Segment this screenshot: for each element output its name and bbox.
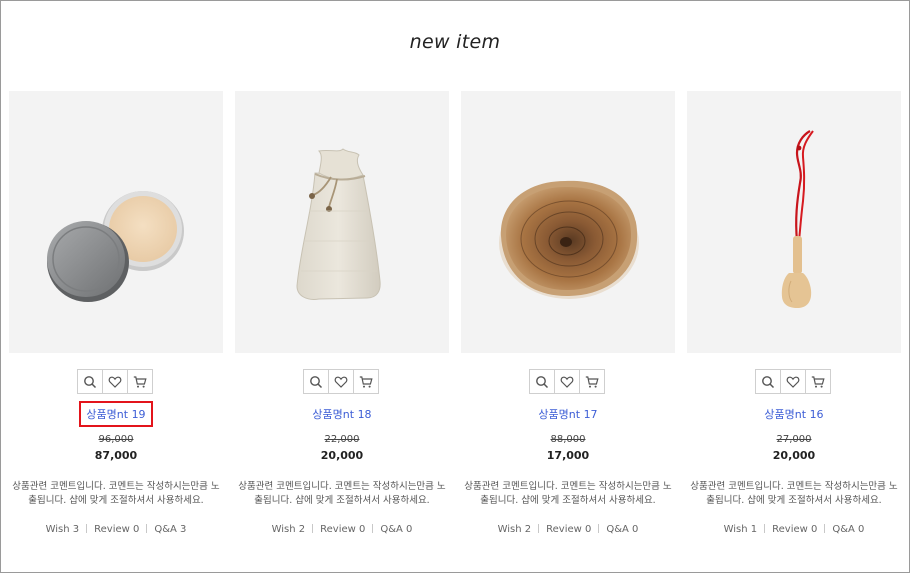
wish-button[interactable] (554, 369, 580, 394)
product-image[interactable] (235, 91, 449, 353)
description-line: 출됩니다. 샵에 맞게 조절하셔서 사용하세요. (28, 495, 204, 506)
review-count[interactable]: Review 0 (546, 524, 591, 535)
description-line: 상품관련 코멘트입니다. 코멘트는 작성하시는만큼 노 (690, 481, 898, 492)
heart-icon (560, 376, 574, 388)
product-description: 상품관련 코멘트입니다. 코멘트는 작성하시는만큼 노 출됩니다. 샵에 맞게 … (457, 480, 679, 508)
section-title: new item (409, 31, 501, 53)
description-line: 상품관련 코멘트입니다. 코멘트는 작성하시는만큼 노 (238, 481, 446, 492)
divider (598, 524, 600, 533)
product-description: 상품관련 코멘트입니다. 코멘트는 작성하시는만큼 노 출됩니다. 샵에 맞게 … (231, 480, 453, 508)
original-price: 27,000 (776, 434, 812, 445)
divider (824, 524, 826, 533)
wood-slice-image (499, 180, 639, 299)
product-description: 상품관련 코멘트입니다. 코멘트는 작성하시는만큼 노 출됩니다. 샵에 맞게 … (683, 480, 905, 508)
sale-price: 20,000 (772, 449, 816, 462)
cart-icon (585, 375, 599, 388)
cart-button[interactable] (805, 369, 831, 394)
product-image[interactable] (9, 91, 223, 353)
product-card: 상품명nt 18 22,000 20,000 상품관련 코멘트입니다. 코멘트는… (235, 91, 449, 551)
divider (764, 524, 766, 533)
product-name-link[interactable]: 상품명nt 19 (79, 401, 153, 427)
zoom-icon (762, 375, 775, 388)
wish-count[interactable]: Wish 1 (724, 524, 758, 535)
linen-pouch-image (296, 148, 381, 300)
divider (312, 524, 314, 533)
heart-icon (334, 376, 348, 388)
cart-icon (359, 375, 373, 388)
wish-button[interactable] (780, 369, 806, 394)
cart-icon (811, 375, 825, 388)
cart-button[interactable] (579, 369, 605, 394)
product-meta: Wish 1 Review 0 Q&A 0 (687, 524, 901, 535)
review-count[interactable]: Review 0 (772, 524, 817, 535)
zoom-button[interactable] (529, 369, 555, 394)
zoom-icon (536, 375, 549, 388)
sale-price: 17,000 (546, 449, 590, 462)
sale-price: 20,000 (320, 449, 364, 462)
cart-button[interactable] (353, 369, 379, 394)
zoom-icon (84, 375, 97, 388)
description-line: 상품관련 코멘트입니다. 코멘트는 작성하시는만큼 노 (464, 481, 672, 492)
description-line: 상품관련 코멘트입니다. 코멘트는 작성하시는만큼 노 (12, 481, 220, 492)
product-meta: Wish 2 Review 0 Q&A 0 (235, 524, 449, 535)
qa-count[interactable]: Q&A 3 (154, 524, 186, 535)
product-description: 상품관련 코멘트입니다. 코멘트는 작성하시는만큼 노 출됩니다. 샵에 맞게 … (5, 480, 227, 508)
wish-button[interactable] (102, 369, 128, 394)
wish-count[interactable]: Wish 3 (46, 524, 80, 535)
product-meta: Wish 2 Review 0 Q&A 0 (461, 524, 675, 535)
sale-price: 87,000 (94, 449, 138, 462)
product-card: 상품명nt 16 27,000 20,000 상품관련 코멘트입니다. 코멘트는… (687, 91, 901, 551)
cart-button[interactable] (127, 369, 153, 394)
heart-icon (108, 376, 122, 388)
wish-count[interactable]: Wish 2 (498, 524, 532, 535)
original-price: 22,000 (324, 434, 360, 445)
divider (538, 524, 540, 533)
tin-balm-image (47, 191, 184, 302)
product-card: 상품명nt 17 88,000 17,000 상품관련 코멘트입니다. 코멘트는… (461, 91, 675, 551)
zoom-button[interactable] (755, 369, 781, 394)
product-image[interactable] (687, 91, 901, 353)
cart-icon (133, 375, 147, 388)
original-price: 88,000 (550, 434, 586, 445)
product-name-link[interactable]: 상품명nt 16 (759, 403, 828, 425)
original-price: 96,000 (98, 434, 134, 445)
product-name-link[interactable]: 상품명nt 18 (307, 403, 376, 425)
review-count[interactable]: Review 0 (320, 524, 365, 535)
qa-count[interactable]: Q&A 0 (606, 524, 638, 535)
zoom-icon (310, 375, 323, 388)
divider (86, 524, 88, 533)
zoom-button[interactable] (303, 369, 329, 394)
product-image[interactable] (461, 91, 675, 353)
wish-button[interactable] (328, 369, 354, 394)
product-name-link[interactable]: 상품명nt 17 (533, 403, 602, 425)
description-line: 출됩니다. 샵에 맞게 조절하셔서 사용하세요. (254, 495, 430, 506)
wish-count[interactable]: Wish 2 (272, 524, 306, 535)
product-card: 상품명nt 19 96,000 87,000 상품관련 코멘트입니다. 코멘트는… (9, 91, 223, 551)
description-line: 출됩니다. 샵에 맞게 조절하셔서 사용하세요. (706, 495, 882, 506)
qa-count[interactable]: Q&A 0 (380, 524, 412, 535)
description-line: 출됩니다. 샵에 맞게 조절하셔서 사용하세요. (480, 495, 656, 506)
zoom-button[interactable] (77, 369, 103, 394)
product-meta: Wish 3 Review 0 Q&A 3 (9, 524, 223, 535)
wooden-spoon-image (781, 130, 814, 308)
heart-icon (786, 376, 800, 388)
divider (372, 524, 374, 533)
review-count[interactable]: Review 0 (94, 524, 139, 535)
qa-count[interactable]: Q&A 0 (832, 524, 864, 535)
divider (146, 524, 148, 533)
